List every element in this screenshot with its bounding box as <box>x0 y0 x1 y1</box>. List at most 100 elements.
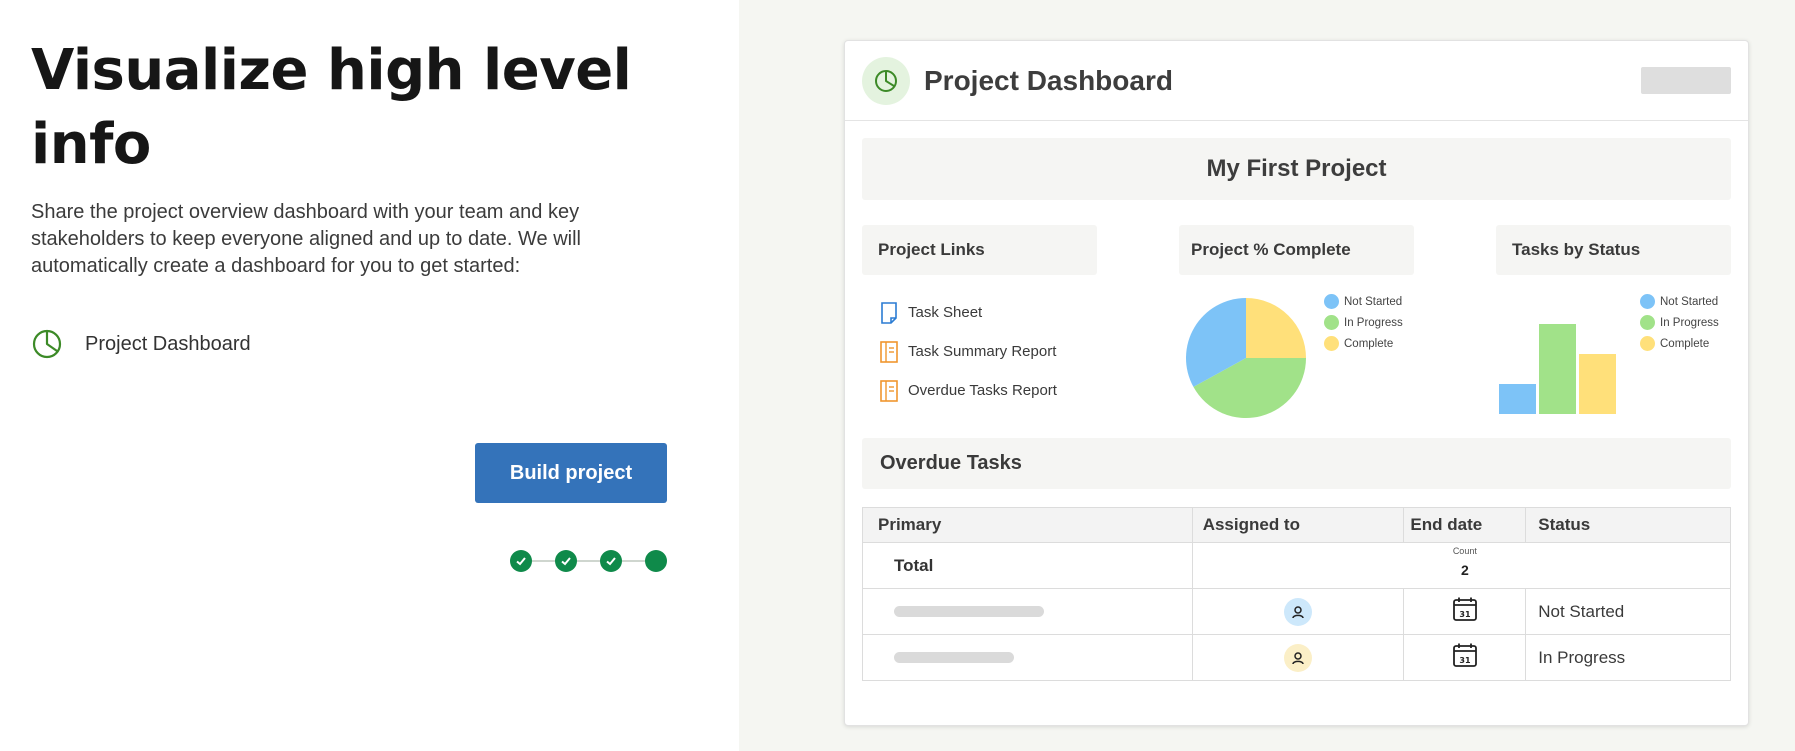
legend-item: Not Started <box>1324 291 1403 312</box>
user-icon <box>1292 605 1304 618</box>
bar-in-progress <box>1539 324 1576 414</box>
bar-legend: Not Started In Progress Complete <box>1640 291 1719 354</box>
pie-chart-svg <box>1186 298 1306 418</box>
avatar <box>1284 643 1313 672</box>
report-icon <box>880 340 898 363</box>
step-2-done <box>555 550 577 572</box>
table-row[interactable]: 31 In Progress <box>862 634 1731 681</box>
dashboard-item-label: Project Dashboard <box>85 332 251 355</box>
status-cell: Not Started <box>1525 588 1731 635</box>
link-task-summary-report[interactable]: Task Summary Report <box>880 332 1057 371</box>
overdue-tasks-table: Primary Assigned to End date Status Tota… <box>862 507 1731 681</box>
column-header-end-date: End date <box>1403 507 1527 543</box>
legend-item: Complete <box>1640 333 1719 354</box>
legend-label: Not Started <box>1660 295 1719 308</box>
legend-swatch <box>1324 294 1339 309</box>
legend-swatch <box>1640 315 1655 330</box>
legend-item: In Progress <box>1324 312 1403 333</box>
project-links-list: Task Sheet Task Summary Report Overdue T… <box>880 293 1057 410</box>
step-connector <box>622 560 645 562</box>
table-header-row: Primary Assigned to End date Status <box>862 507 1731 543</box>
user-icon <box>1292 651 1304 664</box>
legend-label: In Progress <box>1344 316 1403 329</box>
bar-chart-svg <box>1499 324 1616 414</box>
link-label: Task Sheet <box>908 304 983 321</box>
status-cell: In Progress <box>1525 634 1731 681</box>
table-row[interactable]: 31 Not Started <box>862 588 1731 635</box>
legend-item: Complete <box>1324 333 1403 354</box>
build-project-button[interactable]: Build project <box>475 443 667 503</box>
dashboard-item: Project Dashboard <box>31 328 251 360</box>
avatar <box>1284 597 1313 626</box>
link-label: Overdue Tasks Report <box>908 382 1057 399</box>
dashboard-title: Project Dashboard <box>924 65 1173 96</box>
legend-label: Complete <box>1660 337 1710 350</box>
dashboard-icon-badge <box>862 57 910 105</box>
check-icon <box>561 557 571 566</box>
sheet-icon <box>881 301 897 324</box>
legend-swatch <box>1324 336 1339 351</box>
count-cell: Count 2 <box>1403 542 1526 589</box>
calendar-icon: 31 <box>1452 643 1477 667</box>
legend-label: In Progress <box>1660 316 1719 329</box>
legend-swatch <box>1640 294 1655 309</box>
check-icon <box>516 557 526 566</box>
legend-swatch <box>1324 315 1339 330</box>
intro-panel: Visualize high level info Share the proj… <box>0 0 739 751</box>
end-date-cell: 31 <box>1403 588 1527 635</box>
total-empty-cell <box>1525 542 1731 589</box>
preview-panel: Project Dashboard My First Project Proje… <box>739 0 1795 751</box>
legend-item: Not Started <box>1640 291 1719 312</box>
assigned-cell <box>1191 634 1405 681</box>
text-placeholder <box>894 606 1044 617</box>
calendar-icon: 31 <box>1452 597 1477 621</box>
total-empty-cell <box>1191 542 1404 589</box>
project-links-title: Project Links <box>862 225 1097 275</box>
primary-cell <box>862 588 1193 635</box>
pie-chart-icon <box>875 70 897 92</box>
step-connector <box>532 560 555 562</box>
pie-slice-complete <box>1246 298 1306 358</box>
header-placeholder <box>1641 67 1731 94</box>
legend-label: Complete <box>1344 337 1394 350</box>
bar-chart <box>1497 317 1627 419</box>
step-1-done <box>510 550 532 572</box>
step-3-done <box>600 550 622 572</box>
link-overdue-tasks-report[interactable]: Overdue Tasks Report <box>880 371 1057 410</box>
pie-chart <box>1181 293 1311 428</box>
dashboard-header: Project Dashboard <box>845 41 1748 121</box>
end-date-cell: 31 <box>1403 634 1527 681</box>
svg-text:31: 31 <box>1459 610 1471 619</box>
column-header-assigned-to: Assigned to <box>1191 507 1405 543</box>
headline: Visualize high level info <box>31 38 632 177</box>
primary-cell <box>862 634 1193 681</box>
link-task-sheet[interactable]: Task Sheet <box>880 293 1057 332</box>
pie-legend: Not Started In Progress Complete <box>1324 291 1403 354</box>
count-value: 2 <box>1460 562 1469 578</box>
overdue-tasks-title: Overdue Tasks <box>862 438 1731 489</box>
total-label: Total <box>862 542 1193 589</box>
pie-chart-icon <box>32 329 62 359</box>
project-name-banner: My First Project <box>862 138 1731 200</box>
legend-item: In Progress <box>1640 312 1719 333</box>
column-header-primary: Primary <box>862 507 1193 543</box>
dashboard-preview-card: Project Dashboard My First Project Proje… <box>844 40 1749 726</box>
progress-steps <box>510 550 667 572</box>
legend-label: Not Started <box>1344 295 1403 308</box>
report-icon <box>880 379 898 402</box>
bar-complete <box>1579 354 1616 414</box>
percent-complete-title: Project % Complete <box>1179 225 1414 275</box>
link-label: Task Summary Report <box>908 343 1057 360</box>
assigned-cell <box>1191 588 1405 635</box>
total-row: Total Count 2 <box>862 542 1731 589</box>
column-header-status: Status <box>1525 507 1731 543</box>
check-icon <box>606 557 616 566</box>
legend-swatch <box>1640 336 1655 351</box>
bar-not-started <box>1499 384 1536 414</box>
step-4-current <box>645 550 667 572</box>
count-label: Count <box>1452 546 1477 556</box>
description: Share the project overview dashboard wit… <box>31 201 581 277</box>
step-connector <box>577 560 600 562</box>
tasks-by-status-title: Tasks by Status <box>1496 225 1731 275</box>
text-placeholder <box>894 652 1014 663</box>
